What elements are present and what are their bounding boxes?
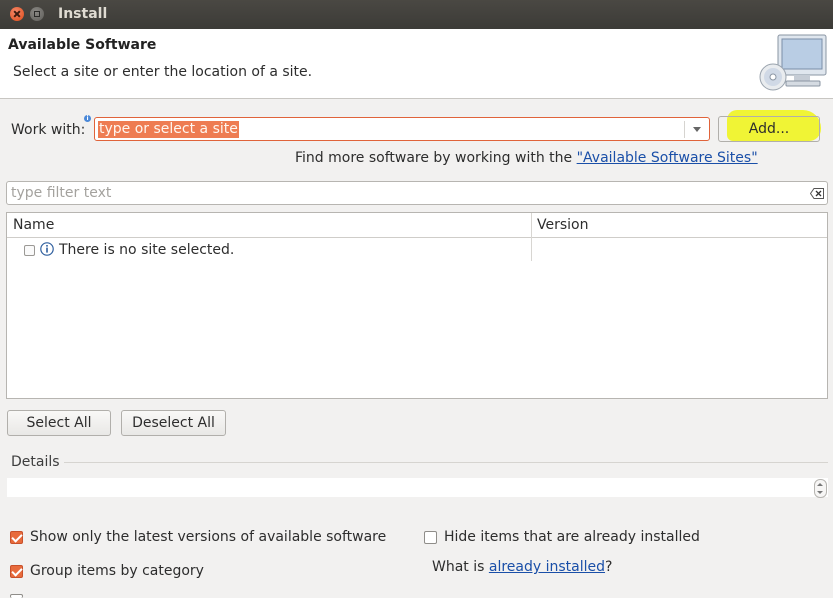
already-installed-link[interactable]: already installed bbox=[489, 559, 605, 575]
work-with-input[interactable]: type or select a site bbox=[98, 121, 239, 138]
clear-icon[interactable] bbox=[810, 188, 824, 199]
software-table[interactable]: Name Version There is no site selected. bbox=[6, 212, 828, 399]
chevron-down-icon[interactable] bbox=[693, 127, 701, 132]
hide-installed-checkbox[interactable] bbox=[424, 531, 437, 544]
details-scrollbar[interactable] bbox=[814, 479, 827, 498]
row-checkbox[interactable] bbox=[24, 245, 35, 256]
page-title: Available Software bbox=[8, 37, 157, 53]
filter-input[interactable]: type filter text bbox=[6, 181, 828, 205]
find-more-prefix: Find more software by working with the bbox=[295, 150, 577, 166]
column-name[interactable]: Name bbox=[13, 217, 54, 233]
select-all-button[interactable]: Select All bbox=[7, 410, 111, 436]
info-icon bbox=[40, 242, 54, 256]
latest-versions-label[interactable]: Show only the latest versions of availab… bbox=[30, 529, 386, 545]
info-icon: i bbox=[84, 115, 91, 122]
details-divider bbox=[64, 462, 828, 463]
table-message: There is no site selected. bbox=[59, 242, 235, 258]
window-title: Install bbox=[58, 6, 108, 22]
minimize-icon[interactable] bbox=[30, 7, 44, 21]
find-more-text: Find more software by working with the "… bbox=[295, 150, 758, 166]
what-is-installed-text: What is already installed? bbox=[432, 559, 612, 575]
partial-checkbox[interactable] bbox=[10, 594, 23, 598]
latest-versions-checkbox[interactable] bbox=[10, 531, 23, 544]
group-by-category-label[interactable]: Group items by category bbox=[30, 563, 204, 579]
title-bar: Install bbox=[0, 0, 833, 29]
available-software-sites-link[interactable]: "Available Software Sites" bbox=[577, 150, 758, 166]
work-with-combo[interactable]: type or select a site bbox=[94, 117, 710, 141]
details-label: Details bbox=[11, 454, 60, 470]
close-icon[interactable] bbox=[10, 7, 24, 21]
group-by-category-checkbox[interactable] bbox=[10, 565, 23, 578]
work-with-label: Work with: bbox=[11, 122, 86, 138]
details-text-area[interactable] bbox=[7, 478, 828, 497]
combo-divider bbox=[684, 121, 685, 138]
hide-installed-label[interactable]: Hide items that are already installed bbox=[444, 529, 700, 545]
filter-placeholder: type filter text bbox=[11, 185, 112, 201]
column-divider[interactable] bbox=[531, 213, 532, 261]
table-header: Name Version bbox=[7, 213, 827, 238]
add-button[interactable]: Add... bbox=[718, 116, 820, 142]
page-description: Select a site or enter the location of a… bbox=[13, 64, 313, 80]
wizard-header: Available Software Select a site or ente… bbox=[0, 29, 833, 99]
what-is-prefix: What is bbox=[432, 559, 489, 575]
monitor-cd-icon bbox=[759, 34, 827, 91]
column-version[interactable]: Version bbox=[537, 217, 588, 233]
deselect-all-button[interactable]: Deselect All bbox=[121, 410, 226, 436]
what-is-suffix: ? bbox=[605, 559, 613, 575]
